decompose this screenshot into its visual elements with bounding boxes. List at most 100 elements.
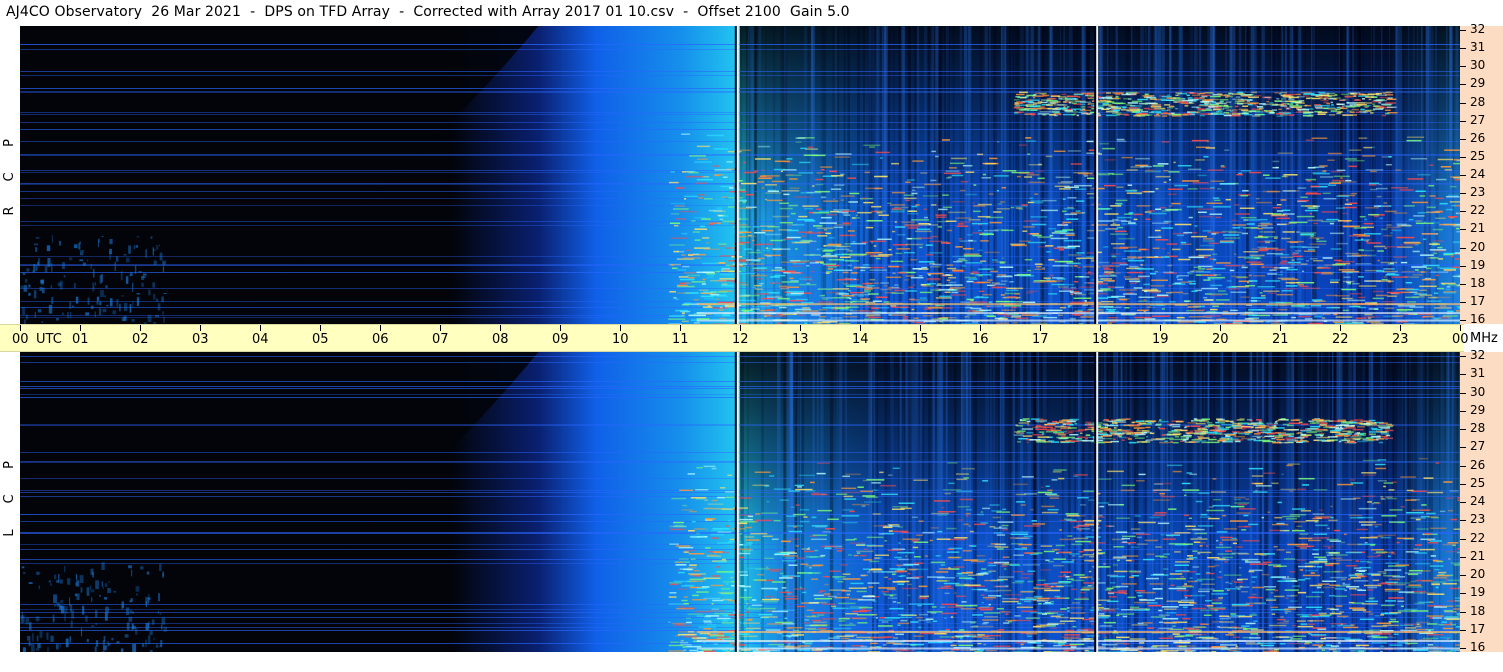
activity-speckle xyxy=(947,229,953,232)
activity-speckle xyxy=(1244,318,1254,320)
activity-speckle xyxy=(956,490,973,493)
activity-speckle xyxy=(1419,294,1432,296)
activity-speckle xyxy=(800,563,809,566)
activity-speckle xyxy=(728,222,736,225)
activity-speckle xyxy=(829,210,839,213)
activity-speckle xyxy=(883,284,888,287)
activity-speckle xyxy=(674,524,684,527)
activity-speckle xyxy=(948,547,963,550)
activity-speckle xyxy=(1198,590,1210,593)
activity-speckle xyxy=(1399,624,1414,627)
activity-speckle xyxy=(958,290,966,292)
rcp-spectrogram-image xyxy=(20,26,1460,324)
activity-speckle xyxy=(1189,473,1197,476)
activity-speckle xyxy=(1327,159,1335,162)
activity-speckle xyxy=(1272,206,1281,209)
activity-speckle xyxy=(1400,629,1418,632)
activity-speckle xyxy=(1364,207,1379,209)
time-tick-label: 11 xyxy=(672,332,689,347)
activity-speckle xyxy=(1384,210,1397,213)
activity-speckle xyxy=(987,564,997,567)
burst-speckle xyxy=(1302,95,1310,97)
burst-speckle xyxy=(1127,98,1132,100)
activity-speckle xyxy=(765,233,782,236)
activity-speckle xyxy=(840,195,855,197)
activity-speckle xyxy=(1084,300,1087,302)
activity-speckle xyxy=(1257,246,1268,249)
activity-speckle xyxy=(1146,306,1152,308)
activity-speckle xyxy=(952,201,965,203)
activity-speckle xyxy=(1277,152,1293,154)
activity-speckle xyxy=(1313,533,1328,536)
activity-speckle xyxy=(774,274,786,277)
activity-speckle xyxy=(721,284,734,287)
morning-glow xyxy=(73,282,76,289)
activity-speckle xyxy=(1206,299,1214,301)
activity-speckle xyxy=(851,272,858,274)
activity-speckle xyxy=(696,158,708,161)
activity-speckle xyxy=(959,240,977,242)
activity-speckle xyxy=(935,555,941,557)
activity-speckle xyxy=(1383,276,1387,278)
activity-speckle xyxy=(911,205,918,208)
activity-speckle xyxy=(1079,286,1097,288)
burst-speckle xyxy=(1318,96,1323,98)
morning-glow xyxy=(101,235,104,238)
activity-speckle xyxy=(920,284,927,286)
morning-glow xyxy=(40,279,44,284)
burst-speckle xyxy=(1097,107,1105,110)
burst-speckle xyxy=(1114,102,1126,105)
activity-speckle xyxy=(1224,149,1230,151)
activity-speckle xyxy=(1142,622,1153,624)
activity-speckle xyxy=(1190,538,1208,540)
activity-speckle xyxy=(812,564,824,566)
activity-speckle xyxy=(822,298,828,301)
activity-speckle xyxy=(740,649,751,651)
activity-speckle xyxy=(1162,271,1174,274)
activity-speckle xyxy=(1116,140,1127,143)
activity-speckle xyxy=(1112,586,1121,588)
activity-speckle xyxy=(994,317,1004,320)
activity-speckle xyxy=(1307,248,1315,251)
burst-speckle xyxy=(1278,108,1282,111)
morning-glow xyxy=(34,311,36,319)
burst-speckle xyxy=(1175,92,1183,94)
burst-speckle xyxy=(1105,92,1111,94)
burst-speckle xyxy=(1037,113,1050,115)
activity-speckle xyxy=(898,566,901,568)
activity-speckle xyxy=(1002,170,1017,172)
activity-speckle xyxy=(833,226,844,229)
activity-speckle xyxy=(688,277,695,279)
activity-speckle xyxy=(718,309,724,311)
activity-speckle xyxy=(863,290,872,292)
activity-speckle xyxy=(800,239,813,242)
activity-speckle xyxy=(1023,600,1031,603)
activity-speckle xyxy=(1326,306,1341,309)
activity-speckle xyxy=(1412,274,1423,276)
activity-speckle xyxy=(993,532,1003,534)
activity-speckle xyxy=(883,594,897,596)
activity-speckle xyxy=(797,314,806,316)
activity-speckle xyxy=(1057,246,1070,248)
activity-speckle xyxy=(904,225,921,227)
activity-speckle xyxy=(913,317,919,319)
activity-speckle xyxy=(1249,171,1262,174)
activity-speckle xyxy=(917,237,933,239)
activity-speckle xyxy=(907,583,912,586)
activity-speckle xyxy=(1329,612,1342,615)
activity-speckle xyxy=(676,284,688,287)
activity-speckle xyxy=(825,253,831,255)
activity-speckle xyxy=(928,240,943,243)
activity-speckle xyxy=(1440,305,1447,308)
activity-speckle xyxy=(835,153,852,155)
activity-speckle xyxy=(1287,240,1304,243)
activity-speckle xyxy=(869,278,876,281)
activity-speckle xyxy=(1346,220,1350,222)
activity-speckle xyxy=(1296,263,1300,265)
activity-speckle xyxy=(1163,553,1170,555)
activity-speckle xyxy=(795,137,806,139)
vertical-streak xyxy=(944,26,947,324)
activity-speckle xyxy=(702,306,713,308)
activity-speckle xyxy=(1167,264,1172,267)
interference-line xyxy=(20,172,1460,173)
